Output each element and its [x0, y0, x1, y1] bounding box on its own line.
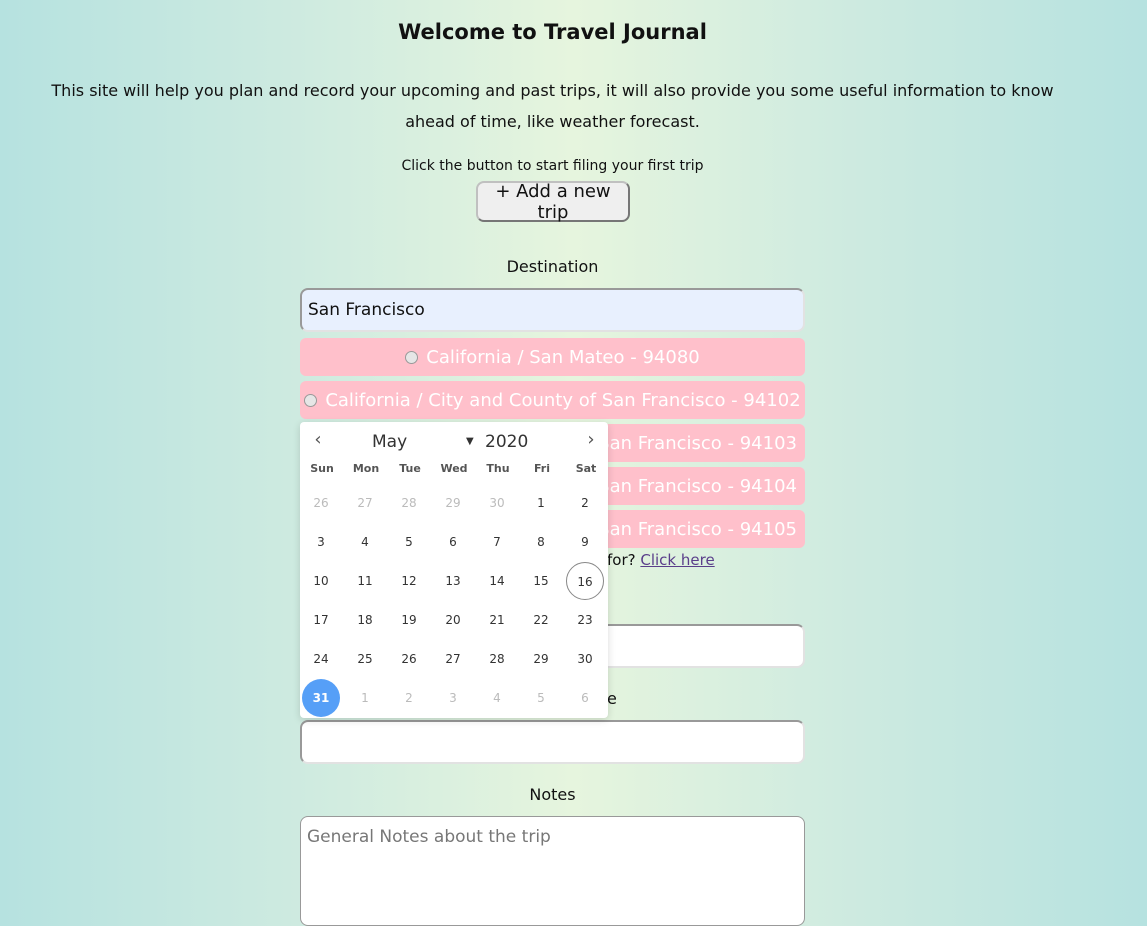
- calendar-day[interactable]: 22: [522, 601, 560, 639]
- calendar-day[interactable]: 6: [566, 679, 604, 717]
- calendar-day[interactable]: 6: [434, 523, 472, 561]
- notes-textarea[interactable]: General Notes about the trip: [300, 816, 805, 926]
- calendar-day[interactable]: 13: [434, 562, 472, 600]
- year-input[interactable]: 2020: [485, 432, 528, 452]
- weekday-label: Tue: [399, 462, 421, 475]
- calendar-day[interactable]: 27: [346, 484, 384, 522]
- weekday-label: Thu: [486, 462, 510, 475]
- calendar-day[interactable]: 20: [434, 601, 472, 639]
- calendar-day[interactable]: 5: [390, 523, 428, 561]
- calendar-day[interactable]: 24: [302, 640, 340, 678]
- option-label: San Francisco - 94104: [598, 475, 797, 497]
- option-label: California / San Mateo - 94080: [426, 346, 700, 368]
- destination-option[interactable]: California / City and County of San Fran…: [300, 381, 805, 419]
- end-date-label-fragment: e: [607, 689, 617, 708]
- calendar-day[interactable]: 4: [346, 523, 384, 561]
- calendar-day[interactable]: 27: [434, 640, 472, 678]
- calendar-day[interactable]: 3: [302, 523, 340, 561]
- calendar-day[interactable]: 11: [346, 562, 384, 600]
- option-label: San Francisco - 94105: [598, 518, 797, 540]
- calendar-day[interactable]: 26: [390, 640, 428, 678]
- calendar-day[interactable]: 31: [302, 679, 340, 717]
- calendar-day[interactable]: 1: [346, 679, 384, 717]
- click-here-link[interactable]: Click here: [640, 551, 714, 569]
- chevron-left-icon[interactable]: ‹: [308, 430, 328, 450]
- calendar-day[interactable]: 21: [478, 601, 516, 639]
- month-select[interactable]: May: [372, 432, 407, 452]
- radio-icon[interactable]: [304, 393, 318, 407]
- calendar-day[interactable]: 29: [434, 484, 472, 522]
- calendar-day[interactable]: 7: [478, 523, 516, 561]
- calendar-day[interactable]: 19: [390, 601, 428, 639]
- destination-hint: for? Click here: [607, 551, 715, 569]
- radio-icon[interactable]: [405, 350, 419, 364]
- calendar-day[interactable]: 8: [522, 523, 560, 561]
- calendar-day[interactable]: 2: [390, 679, 428, 717]
- weekday-label: Sun: [310, 462, 334, 475]
- notes-label: Notes: [529, 785, 576, 804]
- weekday-label: Mon: [352, 462, 380, 475]
- destination-input[interactable]: San Francisco: [300, 288, 805, 332]
- option-label: California / City and County of San Fran…: [325, 389, 801, 411]
- weekday-label: Fri: [533, 462, 550, 475]
- calendar-day[interactable]: 25: [346, 640, 384, 678]
- calendar-day[interactable]: 28: [390, 484, 428, 522]
- calendar-day[interactable]: 30: [478, 484, 516, 522]
- calendar-day[interactable]: 9: [566, 523, 604, 561]
- destination-label: Destination: [506, 257, 599, 276]
- date-picker: ‹ May ▼ 2020 › Sun Mon Tue Wed Thu Fri Sat 26 2…: [300, 422, 608, 718]
- calendar-day[interactable]: 2: [566, 484, 604, 522]
- chevron-right-icon[interactable]: ›: [581, 430, 601, 450]
- calendar-day[interactable]: 29: [522, 640, 560, 678]
- page-title: Welcome to Travel Journal: [398, 20, 707, 44]
- calendar-day[interactable]: 17: [302, 601, 340, 639]
- weekday-label: Wed: [440, 462, 468, 475]
- calendar-day[interactable]: 18: [346, 601, 384, 639]
- calendar-day[interactable]: 5: [522, 679, 560, 717]
- caret-down-icon[interactable]: ▼: [466, 436, 474, 447]
- option-label: San Francisco - 94103: [598, 432, 797, 454]
- calendar-day[interactable]: 15: [522, 562, 560, 600]
- add-trip-button[interactable]: + Add a new trip: [476, 181, 630, 223]
- end-date-input[interactable]: [300, 720, 805, 764]
- cta-text: Click the button to start filing your fi…: [401, 158, 704, 174]
- calendar-day[interactable]: 1: [522, 484, 560, 522]
- destination-option[interactable]: California / San Mateo - 94080: [300, 338, 805, 376]
- date-picker-header: ‹ May ▼ 2020 ›: [300, 422, 608, 462]
- calendar-day[interactable]: 14: [478, 562, 516, 600]
- destination-value: San Francisco: [308, 300, 425, 320]
- calendar-day[interactable]: 28: [478, 640, 516, 678]
- calendar-day[interactable]: 4: [478, 679, 516, 717]
- calendar-day[interactable]: 26: [302, 484, 340, 522]
- intro-text: This site will help you plan and record …: [51, 81, 1054, 131]
- hint-text: for?: [607, 551, 636, 569]
- calendar-day[interactable]: 12: [390, 562, 428, 600]
- calendar-day[interactable]: 16: [566, 562, 604, 600]
- calendar-day[interactable]: 10: [302, 562, 340, 600]
- calendar-day[interactable]: 30: [566, 640, 604, 678]
- weekday-label: Sat: [575, 462, 597, 475]
- calendar-day[interactable]: 3: [434, 679, 472, 717]
- calendar-day[interactable]: 23: [566, 601, 604, 639]
